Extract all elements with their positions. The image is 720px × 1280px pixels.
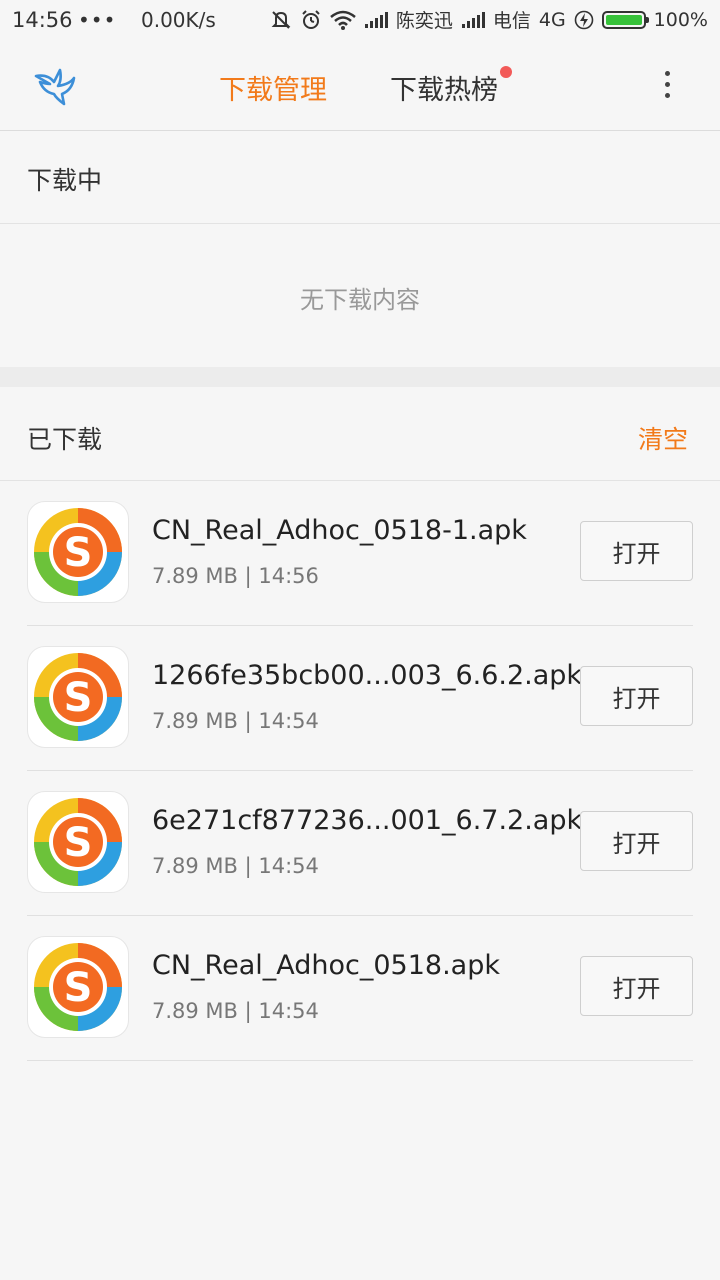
downloading-empty-area: 无下载内容 <box>0 224 720 367</box>
more-menu-icon[interactable] <box>655 68 679 104</box>
downloading-title: 下载中 <box>27 166 103 195</box>
status-more-dots: ••• <box>78 8 117 32</box>
svg-text:S: S <box>64 530 93 576</box>
file-meta: 7.89 MB | 14:54 <box>152 709 319 733</box>
app-icon: S <box>27 646 129 748</box>
network-type: 4G <box>538 8 566 31</box>
empty-message: 无下载内容 <box>300 286 420 314</box>
file-name: CN_Real_Adhoc_0518-1.apk <box>152 515 527 546</box>
list-item[interactable]: S 6e271cf877236...001_6.7.2.apk 7.89 MB … <box>0 771 720 916</box>
battery-icon <box>601 10 649 29</box>
alarm-clock-icon <box>302 9 320 29</box>
app-icon: S <box>27 791 129 893</box>
top-nav: 下载管理 下载热榜 <box>0 40 720 131</box>
downloaded-header: 已下载 清空 <box>0 387 720 481</box>
sogou-logo-icon: S <box>34 508 122 596</box>
app-icon: S <box>27 936 129 1038</box>
list-item[interactable]: S CN_Real_Adhoc_0518-1.apk 7.89 MB | 14:… <box>0 481 720 626</box>
charging-bolt-icon <box>574 10 593 29</box>
bird-logo-icon[interactable] <box>34 66 76 108</box>
svg-text:S: S <box>64 965 93 1011</box>
open-button[interactable]: 打开 <box>580 956 693 1016</box>
signal-icon <box>364 11 388 28</box>
status-right-group: 陈奕迅 电信 4G 100% <box>270 6 708 33</box>
open-button[interactable]: 打开 <box>580 666 693 726</box>
sogou-logo-icon: S <box>34 798 122 886</box>
file-name: CN_Real_Adhoc_0518.apk <box>152 950 500 981</box>
signal-icon <box>461 11 485 28</box>
file-meta: 7.89 MB | 14:54 <box>152 999 319 1023</box>
tab-download-manage[interactable]: 下载管理 <box>219 68 327 107</box>
open-button[interactable]: 打开 <box>580 811 693 871</box>
svg-text:S: S <box>64 675 93 721</box>
list-item[interactable]: S CN_Real_Adhoc_0518.apk 7.89 MB | 14:54… <box>0 916 720 1061</box>
new-badge-dot <box>500 66 512 78</box>
sogou-logo-icon: S <box>34 653 122 741</box>
file-name: 1266fe35bcb00...003_6.6.2.apk <box>152 660 583 691</box>
wifi-icon <box>330 10 356 30</box>
section-divider <box>0 367 720 387</box>
downloaded-title: 已下载 <box>27 425 103 454</box>
list-item[interactable]: S 1266fe35bcb00...003_6.6.2.apk 7.89 MB … <box>0 626 720 771</box>
carrier-name-1: 陈奕迅 <box>395 10 453 32</box>
open-button[interactable]: 打开 <box>580 521 693 581</box>
app-icon: S <box>27 501 129 603</box>
sogou-logo-icon: S <box>34 943 122 1031</box>
clear-button[interactable]: 清空 <box>638 420 688 456</box>
carrier-name-2: 电信 <box>492 10 531 32</box>
status-time: 14:56 <box>12 8 73 32</box>
row-divider <box>27 1060 693 1061</box>
file-name: 6e271cf877236...001_6.7.2.apk <box>152 805 583 836</box>
battery-level: 100% <box>653 8 708 31</box>
mute-bell-icon <box>271 10 291 29</box>
file-meta: 7.89 MB | 14:56 <box>152 564 319 588</box>
downloading-header: 下载中 <box>0 131 720 224</box>
status-net-speed: 0.00K/s <box>141 8 216 32</box>
tab-download-hot-list[interactable]: 下载热榜 <box>390 68 498 107</box>
svg-text:S: S <box>64 820 93 866</box>
file-meta: 7.89 MB | 14:54 <box>152 854 319 878</box>
status-bar: 14:56 ••• 0.00K/s 陈奕迅 电信 4G 100% <box>0 0 720 40</box>
